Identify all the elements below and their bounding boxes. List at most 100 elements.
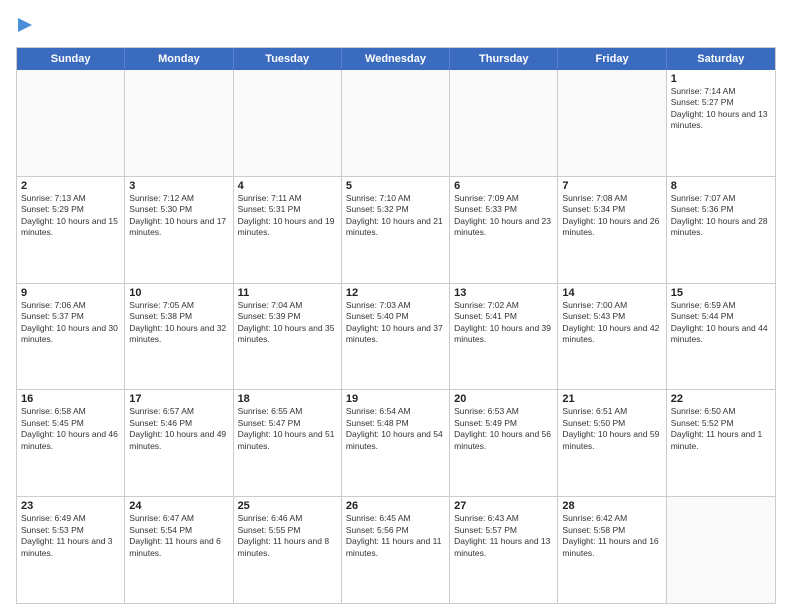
day-number: 15 <box>671 287 771 299</box>
day-number: 4 <box>238 180 337 192</box>
day-info: Sunrise: 7:04 AM Sunset: 5:39 PM Dayligh… <box>238 300 337 346</box>
day-info: Sunrise: 6:51 AM Sunset: 5:50 PM Dayligh… <box>562 406 661 452</box>
weekday-header-saturday: Saturday <box>667 48 775 70</box>
day-cell-27: 27Sunrise: 6:43 AM Sunset: 5:57 PM Dayli… <box>450 497 558 603</box>
day-number: 18 <box>238 393 337 405</box>
day-info: Sunrise: 6:47 AM Sunset: 5:54 PM Dayligh… <box>129 513 228 559</box>
day-number: 2 <box>21 180 120 192</box>
day-cell-7: 7Sunrise: 7:08 AM Sunset: 5:34 PM Daylig… <box>558 177 666 283</box>
day-cell-15: 15Sunrise: 6:59 AM Sunset: 5:44 PM Dayli… <box>667 284 775 390</box>
day-cell-24: 24Sunrise: 6:47 AM Sunset: 5:54 PM Dayli… <box>125 497 233 603</box>
day-number: 11 <box>238 287 337 299</box>
calendar-row-2: 9Sunrise: 7:06 AM Sunset: 5:37 PM Daylig… <box>17 284 775 391</box>
day-info: Sunrise: 7:03 AM Sunset: 5:40 PM Dayligh… <box>346 300 445 346</box>
day-cell-23: 23Sunrise: 6:49 AM Sunset: 5:53 PM Dayli… <box>17 497 125 603</box>
day-info: Sunrise: 7:08 AM Sunset: 5:34 PM Dayligh… <box>562 193 661 239</box>
day-info: Sunrise: 7:06 AM Sunset: 5:37 PM Dayligh… <box>21 300 120 346</box>
logo <box>16 16 38 39</box>
day-cell-6: 6Sunrise: 7:09 AM Sunset: 5:33 PM Daylig… <box>450 177 558 283</box>
empty-cell-r0c3 <box>342 70 450 176</box>
day-number: 1 <box>671 73 771 85</box>
day-number: 22 <box>671 393 771 405</box>
empty-cell-r0c4 <box>450 70 558 176</box>
day-number: 5 <box>346 180 445 192</box>
weekday-header-monday: Monday <box>125 48 233 70</box>
day-cell-8: 8Sunrise: 7:07 AM Sunset: 5:36 PM Daylig… <box>667 177 775 283</box>
day-info: Sunrise: 6:49 AM Sunset: 5:53 PM Dayligh… <box>21 513 120 559</box>
day-number: 23 <box>21 500 120 512</box>
day-cell-11: 11Sunrise: 7:04 AM Sunset: 5:39 PM Dayli… <box>234 284 342 390</box>
day-info: Sunrise: 7:05 AM Sunset: 5:38 PM Dayligh… <box>129 300 228 346</box>
day-info: Sunrise: 6:46 AM Sunset: 5:55 PM Dayligh… <box>238 513 337 559</box>
day-cell-21: 21Sunrise: 6:51 AM Sunset: 5:50 PM Dayli… <box>558 390 666 496</box>
day-info: Sunrise: 7:11 AM Sunset: 5:31 PM Dayligh… <box>238 193 337 239</box>
day-info: Sunrise: 6:42 AM Sunset: 5:58 PM Dayligh… <box>562 513 661 559</box>
day-info: Sunrise: 7:12 AM Sunset: 5:30 PM Dayligh… <box>129 193 228 239</box>
empty-cell-r0c5 <box>558 70 666 176</box>
empty-cell-r0c0 <box>17 70 125 176</box>
day-info: Sunrise: 6:53 AM Sunset: 5:49 PM Dayligh… <box>454 406 553 452</box>
day-info: Sunrise: 7:10 AM Sunset: 5:32 PM Dayligh… <box>346 193 445 239</box>
day-number: 28 <box>562 500 661 512</box>
day-number: 3 <box>129 180 228 192</box>
day-number: 14 <box>562 287 661 299</box>
day-info: Sunrise: 6:55 AM Sunset: 5:47 PM Dayligh… <box>238 406 337 452</box>
day-cell-12: 12Sunrise: 7:03 AM Sunset: 5:40 PM Dayli… <box>342 284 450 390</box>
day-cell-28: 28Sunrise: 6:42 AM Sunset: 5:58 PM Dayli… <box>558 497 666 603</box>
weekday-header-thursday: Thursday <box>450 48 558 70</box>
day-cell-5: 5Sunrise: 7:10 AM Sunset: 5:32 PM Daylig… <box>342 177 450 283</box>
day-cell-4: 4Sunrise: 7:11 AM Sunset: 5:31 PM Daylig… <box>234 177 342 283</box>
day-info: Sunrise: 6:50 AM Sunset: 5:52 PM Dayligh… <box>671 406 771 452</box>
empty-cell-r4c6 <box>667 497 775 603</box>
day-info: Sunrise: 7:09 AM Sunset: 5:33 PM Dayligh… <box>454 193 553 239</box>
day-number: 12 <box>346 287 445 299</box>
weekday-header-wednesday: Wednesday <box>342 48 450 70</box>
day-number: 6 <box>454 180 553 192</box>
day-cell-17: 17Sunrise: 6:57 AM Sunset: 5:46 PM Dayli… <box>125 390 233 496</box>
day-number: 24 <box>129 500 228 512</box>
calendar-row-0: 1Sunrise: 7:14 AM Sunset: 5:27 PM Daylig… <box>17 70 775 177</box>
day-cell-2: 2Sunrise: 7:13 AM Sunset: 5:29 PM Daylig… <box>17 177 125 283</box>
day-cell-22: 22Sunrise: 6:50 AM Sunset: 5:52 PM Dayli… <box>667 390 775 496</box>
day-info: Sunrise: 6:58 AM Sunset: 5:45 PM Dayligh… <box>21 406 120 452</box>
weekday-header-sunday: Sunday <box>17 48 125 70</box>
day-info: Sunrise: 6:57 AM Sunset: 5:46 PM Dayligh… <box>129 406 228 452</box>
empty-cell-r0c2 <box>234 70 342 176</box>
day-info: Sunrise: 6:54 AM Sunset: 5:48 PM Dayligh… <box>346 406 445 452</box>
day-number: 25 <box>238 500 337 512</box>
day-number: 20 <box>454 393 553 405</box>
day-number: 7 <box>562 180 661 192</box>
day-number: 17 <box>129 393 228 405</box>
day-info: Sunrise: 6:45 AM Sunset: 5:56 PM Dayligh… <box>346 513 445 559</box>
day-info: Sunrise: 7:00 AM Sunset: 5:43 PM Dayligh… <box>562 300 661 346</box>
day-cell-25: 25Sunrise: 6:46 AM Sunset: 5:55 PM Dayli… <box>234 497 342 603</box>
day-cell-26: 26Sunrise: 6:45 AM Sunset: 5:56 PM Dayli… <box>342 497 450 603</box>
empty-cell-r0c1 <box>125 70 233 176</box>
calendar-row-4: 23Sunrise: 6:49 AM Sunset: 5:53 PM Dayli… <box>17 497 775 603</box>
day-cell-13: 13Sunrise: 7:02 AM Sunset: 5:41 PM Dayli… <box>450 284 558 390</box>
day-info: Sunrise: 7:02 AM Sunset: 5:41 PM Dayligh… <box>454 300 553 346</box>
day-cell-20: 20Sunrise: 6:53 AM Sunset: 5:49 PM Dayli… <box>450 390 558 496</box>
day-number: 9 <box>21 287 120 299</box>
calendar-row-1: 2Sunrise: 7:13 AM Sunset: 5:29 PM Daylig… <box>17 177 775 284</box>
day-number: 13 <box>454 287 553 299</box>
day-cell-1: 1Sunrise: 7:14 AM Sunset: 5:27 PM Daylig… <box>667 70 775 176</box>
day-number: 16 <box>21 393 120 405</box>
day-number: 8 <box>671 180 771 192</box>
day-info: Sunrise: 7:14 AM Sunset: 5:27 PM Dayligh… <box>671 86 771 132</box>
header <box>16 16 776 39</box>
calendar-row-3: 16Sunrise: 6:58 AM Sunset: 5:45 PM Dayli… <box>17 390 775 497</box>
day-number: 10 <box>129 287 228 299</box>
day-cell-10: 10Sunrise: 7:05 AM Sunset: 5:38 PM Dayli… <box>125 284 233 390</box>
day-info: Sunrise: 7:07 AM Sunset: 5:36 PM Dayligh… <box>671 193 771 239</box>
weekday-header-friday: Friday <box>558 48 666 70</box>
day-info: Sunrise: 6:43 AM Sunset: 5:57 PM Dayligh… <box>454 513 553 559</box>
calendar-header: SundayMondayTuesdayWednesdayThursdayFrid… <box>17 48 775 70</box>
day-cell-14: 14Sunrise: 7:00 AM Sunset: 5:43 PM Dayli… <box>558 284 666 390</box>
day-info: Sunrise: 6:59 AM Sunset: 5:44 PM Dayligh… <box>671 300 771 346</box>
weekday-header-tuesday: Tuesday <box>234 48 342 70</box>
logo-arrow-icon <box>18 16 36 39</box>
day-cell-16: 16Sunrise: 6:58 AM Sunset: 5:45 PM Dayli… <box>17 390 125 496</box>
calendar: SundayMondayTuesdayWednesdayThursdayFrid… <box>16 47 776 604</box>
logo-wrapper <box>16 16 38 39</box>
